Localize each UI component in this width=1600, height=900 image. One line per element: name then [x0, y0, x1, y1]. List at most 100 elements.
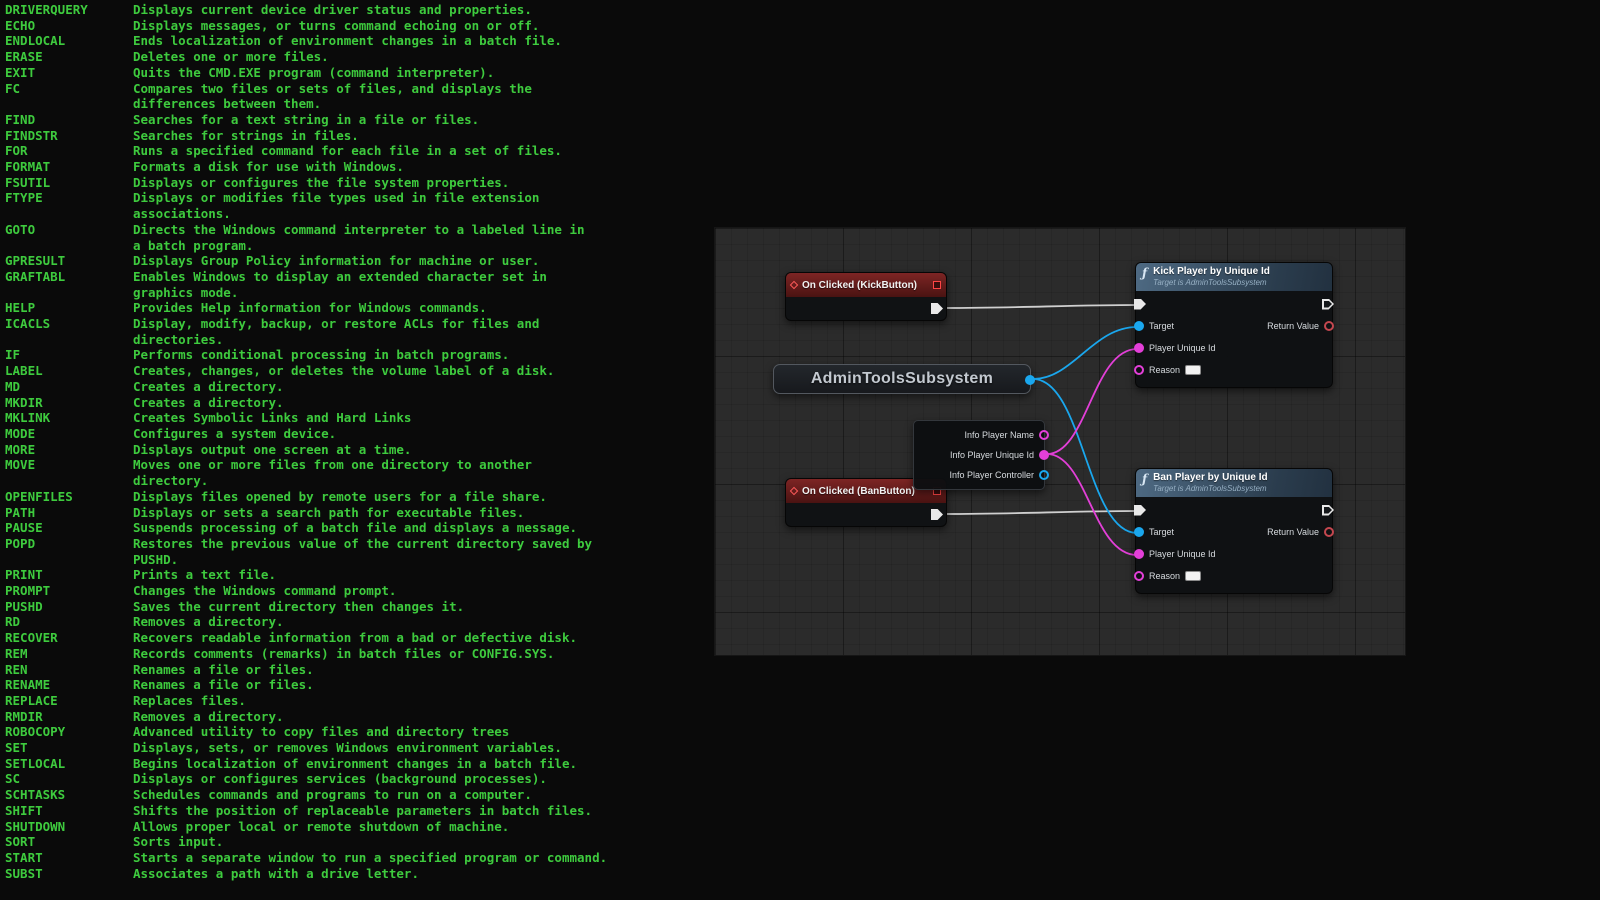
command-row: FSUTILDisplays or configures the file sy…	[5, 175, 710, 191]
command-name: MODE	[5, 426, 133, 442]
command-description: Searches for a text string in a file or …	[133, 112, 710, 128]
command-row: MKLINKCreates Symbolic Links and Hard Li…	[5, 410, 710, 426]
command-row: SHUTDOWNAllows proper local or remote sh…	[5, 819, 710, 835]
command-description: Allows proper local or remote shutdown o…	[133, 819, 710, 835]
command-description: Performs conditional processing in batch…	[133, 347, 710, 363]
node-info-player[interactable]: Info Player NameInfo Player Unique IdInf…	[913, 420, 1045, 490]
node-kick-player-by-unique-id[interactable]: ƒ Kick Player by Unique Id Target is Adm…	[1135, 262, 1333, 388]
command-name: IF	[5, 347, 133, 363]
command-description: Advanced utility to copy files and direc…	[133, 724, 710, 740]
exec-out-pin[interactable]	[1322, 505, 1334, 516]
exec-out-pin[interactable]	[931, 509, 943, 520]
command-description: Changes the Windows command prompt.	[133, 583, 710, 599]
command-name: MKLINK	[5, 410, 133, 426]
command-name: SET	[5, 740, 133, 756]
return-value-pin[interactable]	[1324, 321, 1334, 331]
command-description: Prints a text file.	[133, 567, 710, 583]
command-name: HELP	[5, 300, 133, 316]
command-description: Displays, sets, or removes Windows envir…	[133, 740, 710, 756]
info-player-controller-pin[interactable]	[1039, 470, 1049, 480]
node-admintoolssubsystem[interactable]: AdminToolsSubsystem	[773, 364, 1031, 394]
command-description: Schedules commands and programs to run o…	[133, 787, 710, 803]
command-description: Searches for strings in files.	[133, 128, 710, 144]
command-row: RMDIRRemoves a directory.	[5, 709, 710, 725]
command-row: SETLOCALBegins localization of environme…	[5, 756, 710, 772]
command-row: PAUSESuspends processing of a batch file…	[5, 520, 710, 536]
command-name: START	[5, 850, 133, 866]
command-name: ICACLS	[5, 316, 133, 347]
command-name: FIND	[5, 112, 133, 128]
return-value-pin[interactable]	[1324, 527, 1334, 537]
node-title: On Clicked (BanButton)	[802, 486, 915, 497]
pin-label: Reason	[1149, 571, 1180, 581]
command-description: Displays or configures services (backgro…	[133, 771, 710, 787]
command-name: RMDIR	[5, 709, 133, 725]
command-description: Restores the previous value of the curre…	[133, 536, 710, 567]
target-pin[interactable]	[1134, 321, 1144, 331]
command-description: Compares two files or sets of files, and…	[133, 81, 710, 112]
command-row: REPLACEReplaces files.	[5, 693, 710, 709]
player-unique-id-pin[interactable]	[1134, 343, 1144, 353]
command-description: Shifts the position of replaceable param…	[133, 803, 710, 819]
info-player-unique-id-pin[interactable]	[1039, 450, 1049, 460]
exec-out-pin[interactable]	[1322, 299, 1334, 310]
command-row: SETDisplays, sets, or removes Windows en…	[5, 740, 710, 756]
command-name: GRAFTABL	[5, 269, 133, 300]
node-onclicked-kickbutton[interactable]: On Clicked (KickButton)	[785, 272, 947, 321]
command-row: FINDSTRSearches for strings in files.	[5, 128, 710, 144]
command-description: Runs a specified command for each file i…	[133, 143, 710, 159]
command-description: Renames a file or files.	[133, 662, 710, 678]
command-name: EXIT	[5, 65, 133, 81]
command-description: Displays messages, or turns command echo…	[133, 18, 710, 34]
command-row: GRAFTABLEnables Windows to display an ex…	[5, 269, 710, 300]
command-name: FORMAT	[5, 159, 133, 175]
reason-input[interactable]	[1185, 571, 1201, 581]
command-name: SC	[5, 771, 133, 787]
command-name: GPRESULT	[5, 253, 133, 269]
node-subtitle: Target is AdminToolsSubsystem	[1153, 278, 1270, 287]
command-description: Associates a path with a drive letter.	[133, 866, 710, 882]
command-name: SCHTASKS	[5, 787, 133, 803]
command-name: PATH	[5, 505, 133, 521]
command-row: RENRenames a file or files.	[5, 662, 710, 678]
command-description: Sorts input.	[133, 834, 710, 850]
command-description: Displays output one screen at a time.	[133, 442, 710, 458]
command-row: POPDRestores the previous value of the c…	[5, 536, 710, 567]
reason-pin[interactable]	[1134, 365, 1144, 375]
string-wire-uniqueid-to-ban[interactable]	[1047, 454, 1137, 555]
reason-pin[interactable]	[1134, 571, 1144, 581]
command-row: REMRecords comments (remarks) in batch f…	[5, 646, 710, 662]
command-description: Displays or sets a search path for execu…	[133, 505, 710, 521]
command-description: Ends localization of environment changes…	[133, 33, 710, 49]
event-diamond-icon	[790, 487, 798, 495]
exec-in-pin[interactable]	[1134, 299, 1146, 310]
command-row: STARTStarts a separate window to run a s…	[5, 850, 710, 866]
command-description: Configures a system device.	[133, 426, 710, 442]
command-description: Records comments (remarks) in batch file…	[133, 646, 710, 662]
exec-out-pin[interactable]	[931, 303, 943, 314]
subsystem-output-pin[interactable]	[1025, 375, 1035, 385]
delegate-pin[interactable]	[933, 281, 941, 289]
function-icon: ƒ	[1142, 473, 1147, 485]
player-unique-id-pin[interactable]	[1134, 549, 1144, 559]
command-name: ERASE	[5, 49, 133, 65]
target-pin[interactable]	[1134, 527, 1144, 537]
reason-input[interactable]	[1185, 365, 1201, 375]
node-title: On Clicked (KickButton)	[802, 280, 917, 291]
pin-label: Target	[1149, 527, 1174, 537]
command-row: MODEConfigures a system device.	[5, 426, 710, 442]
exec-wire-kick[interactable]	[945, 305, 1137, 308]
command-description: Moves one or more files from one directo…	[133, 457, 710, 488]
blueprint-graph-panel[interactable]: On Clicked (KickButton) On Clicked (BanB…	[715, 228, 1405, 655]
string-wire-uniqueid-to-kick[interactable]	[1047, 349, 1137, 454]
command-row: MOREDisplays output one screen at a time…	[5, 442, 710, 458]
exec-in-pin[interactable]	[1134, 505, 1146, 516]
pin-label: Return Value	[1267, 527, 1319, 537]
command-row: LABELCreates, changes, or deletes the vo…	[5, 363, 710, 379]
command-name: REN	[5, 662, 133, 678]
terminal-output: DRIVERQUERYDisplays current device drive…	[5, 2, 710, 881]
command-name: GOTO	[5, 222, 133, 253]
node-ban-player-by-unique-id[interactable]: ƒ Ban Player by Unique Id Target is Admi…	[1135, 468, 1333, 594]
info-player-name-pin[interactable]	[1039, 430, 1049, 440]
command-row: FINDSearches for a text string in a file…	[5, 112, 710, 128]
